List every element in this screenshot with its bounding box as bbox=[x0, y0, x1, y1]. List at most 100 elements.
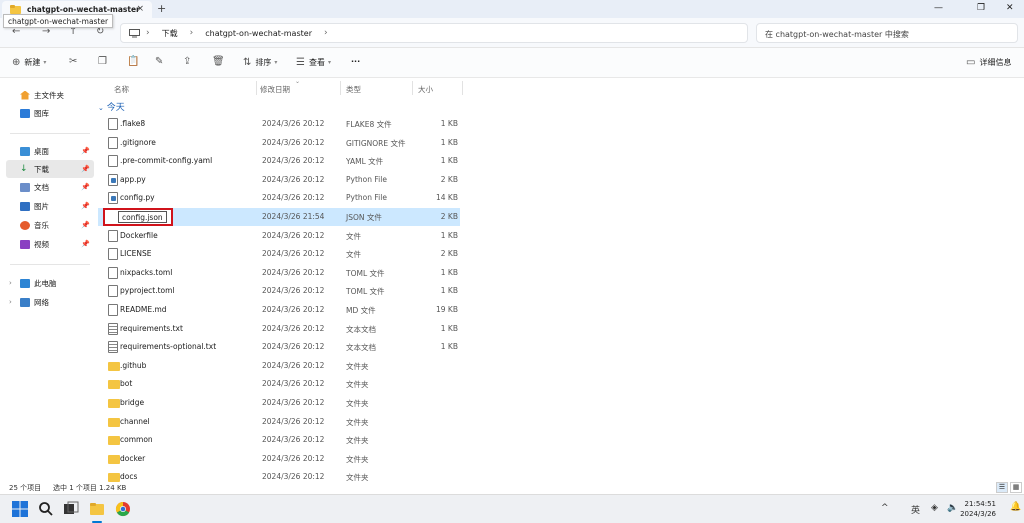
table-row[interactable]: Dockerfile 2024/3/26 20:12 文件 1 KB bbox=[98, 227, 460, 245]
column-header-name[interactable]: 名称 bbox=[114, 84, 129, 95]
volume-icon[interactable]: 🔈 bbox=[947, 503, 958, 513]
table-row[interactable]: common 2024/3/26 20:12 文件夹 bbox=[98, 431, 460, 449]
column-header-date[interactable]: 修改日期 bbox=[260, 84, 290, 95]
monitor-icon bbox=[129, 28, 140, 37]
close-icon[interactable]: × bbox=[136, 4, 144, 14]
column-divider[interactable] bbox=[412, 81, 413, 95]
file-date: 2024/3/26 20:12 bbox=[262, 137, 325, 147]
column-header-type[interactable]: 类型 bbox=[346, 84, 361, 95]
sidebar-item-pictures[interactable]: 图片 📌 bbox=[6, 197, 94, 215]
table-row[interactable]: bot 2024/3/26 20:12 文件夹 bbox=[98, 375, 460, 393]
pin-icon[interactable]: 📌 bbox=[81, 183, 90, 191]
file-size: 1 KB bbox=[440, 230, 458, 240]
item-count: 25 个项目 bbox=[9, 484, 42, 492]
more-options-button[interactable]: ··· bbox=[351, 57, 360, 66]
chevron-right-icon[interactable]: › bbox=[9, 298, 12, 306]
table-row[interactable]: LICENSE 2024/3/26 20:12 文件 2 KB bbox=[98, 245, 460, 263]
group-header-today[interactable]: ⌄ 今天 bbox=[98, 100, 125, 113]
taskbar: ^ 英 ◈ 🔈 21:54:51 2024/3/26 🔔 bbox=[0, 494, 1024, 523]
table-row[interactable]: .github 2024/3/26 20:12 文件夹 bbox=[98, 357, 460, 375]
new-tab-button[interactable]: + bbox=[157, 2, 166, 15]
pin-icon[interactable]: 📌 bbox=[81, 240, 90, 248]
cut-icon[interactable]: ✂ bbox=[69, 56, 77, 67]
delete-icon[interactable]: 🗑 bbox=[212, 56, 225, 67]
details-view-button[interactable]: ☰ bbox=[996, 482, 1008, 493]
column-divider[interactable] bbox=[256, 81, 257, 95]
notification-icon[interactable]: 🔔 bbox=[1010, 502, 1021, 512]
file-name: .flake8 bbox=[120, 119, 146, 128]
table-row[interactable]: requirements-optional.txt 2024/3/26 20:12… bbox=[98, 338, 460, 356]
table-row[interactable]: app.py 2024/3/26 20:12 Python File 2 KB bbox=[98, 171, 460, 189]
pin-icon[interactable]: 📌 bbox=[81, 202, 90, 210]
search-icon[interactable] bbox=[38, 501, 54, 517]
sidebar-item-network[interactable]: › 网络 bbox=[6, 293, 94, 311]
breadcrumb-item[interactable]: 下载 bbox=[162, 28, 178, 39]
column-divider[interactable] bbox=[340, 81, 341, 95]
sidebar-item-downloads[interactable]: ↓ 下载 📌 bbox=[6, 160, 94, 178]
chrome-icon[interactable] bbox=[115, 501, 131, 517]
tray-overflow-icon[interactable]: ^ bbox=[881, 503, 889, 513]
breadcrumb-item[interactable]: chatgpt-on-wechat-master bbox=[205, 29, 312, 38]
plus-circle-icon: ⊕ bbox=[12, 57, 21, 68]
search-input[interactable]: 在 chatgpt-on-wechat-master 中搜索 bbox=[756, 23, 1018, 43]
table-row[interactable]: channel 2024/3/26 20:12 文件夹 bbox=[98, 413, 460, 431]
tiles-view-button[interactable]: ▦ bbox=[1010, 482, 1022, 493]
sidebar-item-gallery[interactable]: 图库 bbox=[6, 104, 94, 122]
address-bar[interactable]: › 下载 › chatgpt-on-wechat-master › bbox=[120, 23, 748, 43]
system-clock[interactable]: 21:54:51 2024/3/26 bbox=[960, 499, 996, 519]
file-explorer-icon[interactable] bbox=[89, 501, 105, 517]
table-row[interactable]: README.md 2024/3/26 20:12 MD 文件 19 KB bbox=[98, 301, 460, 319]
paste-icon[interactable]: 📋 bbox=[127, 56, 139, 67]
chevron-right-icon[interactable]: › bbox=[9, 279, 12, 287]
share-icon[interactable]: ⇪ bbox=[183, 56, 191, 67]
rename-icon[interactable]: ✎ bbox=[155, 56, 163, 67]
windows-start-icon[interactable] bbox=[12, 501, 28, 517]
minimize-button[interactable]: — bbox=[934, 3, 943, 13]
table-row[interactable]: pyproject.toml 2024/3/26 20:12 TOML 文件 1 KB bbox=[98, 282, 460, 300]
table-row[interactable]: .pre-commit-config.yaml 2024/3/26 20:12 YA… bbox=[98, 152, 460, 170]
ime-indicator[interactable]: 英 bbox=[911, 503, 920, 516]
sidebar-item-this-pc[interactable]: › 此电脑 bbox=[6, 274, 94, 292]
details-pane-button[interactable]: ▭ 详细信息 bbox=[966, 57, 1011, 68]
file-type: 文件夹 bbox=[346, 436, 369, 446]
tab-title: chatgpt-on-wechat-master bbox=[27, 5, 140, 14]
sidebar-item-home[interactable]: 主文件夹 bbox=[6, 86, 94, 104]
sidebar-item-music[interactable]: 音乐 📌 bbox=[6, 216, 94, 234]
pin-icon[interactable]: 📌 bbox=[81, 147, 90, 155]
view-button-label: 查看 bbox=[308, 58, 325, 67]
chevron-right-icon: › bbox=[189, 28, 194, 38]
copy-icon[interactable]: ❐ bbox=[98, 56, 107, 67]
folder-icon bbox=[108, 399, 120, 408]
table-row[interactable]: .flake8 2024/3/26 20:12 FLAKE8 文件 1 KB bbox=[98, 115, 460, 133]
table-row[interactable]: config.json 2024/3/26 21:54 JSON 文件 2 KB bbox=[98, 208, 460, 226]
table-row[interactable]: bridge 2024/3/26 20:12 文件夹 bbox=[98, 394, 460, 412]
file-date: 2024/3/26 20:12 bbox=[262, 453, 325, 463]
table-row[interactable]: config.py 2024/3/26 20:12 Python File 14 KB bbox=[98, 189, 460, 207]
pin-icon[interactable]: 📌 bbox=[81, 221, 90, 229]
close-window-button[interactable]: ✕ bbox=[1006, 3, 1014, 13]
sidebar-item-documents[interactable]: 文档 📌 bbox=[6, 178, 94, 196]
rename-input[interactable]: config.json bbox=[118, 211, 167, 223]
task-view-icon[interactable] bbox=[63, 501, 79, 517]
table-row[interactable]: nixpacks.toml 2024/3/26 20:12 TOML 文件 1 KB bbox=[98, 264, 460, 282]
sidebar-item-videos[interactable]: 视频 📌 bbox=[6, 235, 94, 253]
new-button[interactable]: ⊕ 新建 ▾ bbox=[12, 57, 46, 68]
sidebar-item-desktop[interactable]: 桌面 📌 bbox=[6, 142, 94, 160]
table-row[interactable]: .gitignore 2024/3/26 20:12 GITIGNORE 文件 1 K… bbox=[98, 134, 460, 152]
file-date: 2024/3/26 21:54 bbox=[262, 212, 325, 221]
file-type: 文件 bbox=[346, 231, 361, 241]
sort-button[interactable]: ⇅ 排序 ▾ bbox=[243, 57, 277, 68]
pin-icon[interactable]: 📌 bbox=[81, 165, 90, 173]
column-header-size[interactable]: 大小 bbox=[418, 84, 433, 95]
table-row[interactable]: requirements.txt 2024/3/26 20:12 文本文档 1 KB bbox=[98, 320, 460, 338]
file-size: 1 KB bbox=[440, 286, 458, 296]
network-status-icon[interactable]: ◈ bbox=[931, 503, 938, 513]
sidebar-item-label: 视频 bbox=[34, 239, 49, 249]
table-row[interactable]: docker 2024/3/26 20:12 文件夹 bbox=[98, 450, 460, 468]
chevron-right-icon[interactable]: › bbox=[324, 28, 328, 38]
file-type: Python File bbox=[346, 174, 387, 184]
column-divider[interactable] bbox=[462, 81, 463, 95]
maximize-button[interactable]: ❐ bbox=[977, 3, 985, 13]
text-file-icon bbox=[108, 322, 118, 335]
view-button[interactable]: ☰ 查看 ▾ bbox=[296, 57, 331, 68]
